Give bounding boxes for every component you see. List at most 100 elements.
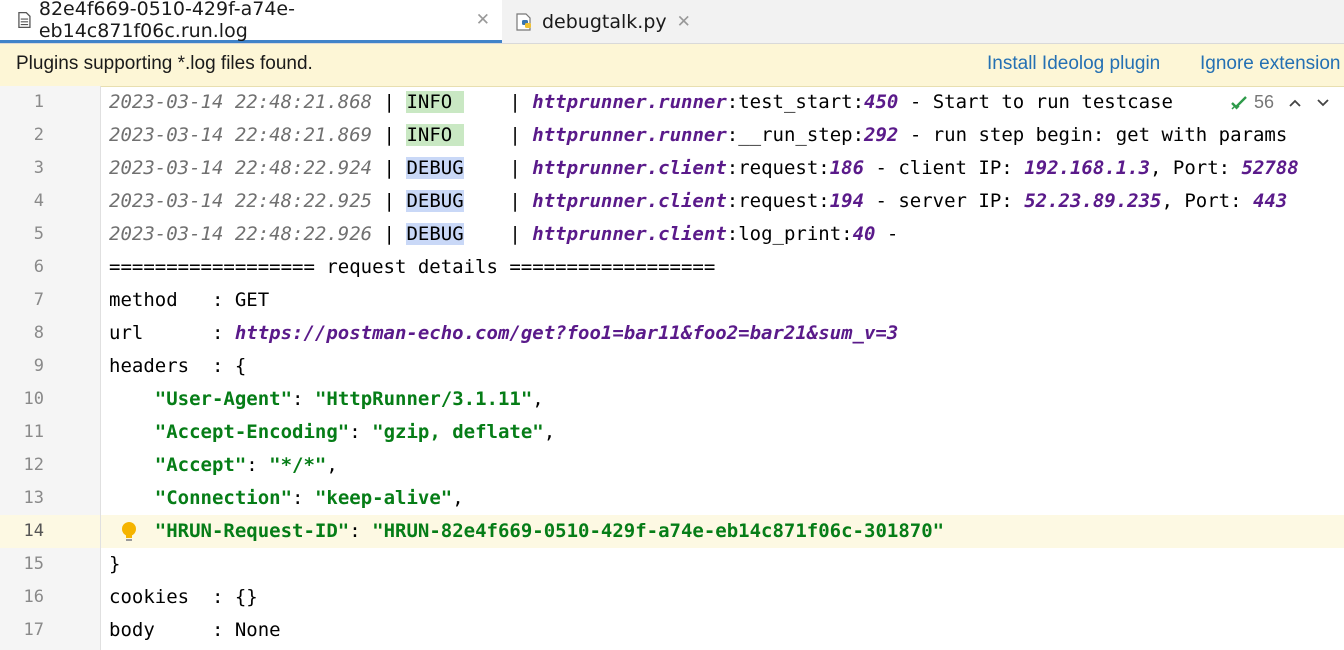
field-key: body : <box>109 619 235 641</box>
header-key: "Accept-Encoding" <box>154 421 350 443</box>
header-key: "Connection" <box>154 487 293 509</box>
banner-message: Plugins supporting *.log files found. <box>16 53 313 74</box>
logger-name: httprunner.runner <box>532 91 727 113</box>
log-function: :__run_step: <box>726 124 865 146</box>
chevron-down-icon[interactable] <box>1316 98 1330 108</box>
log-level-info: INFO <box>406 91 464 113</box>
log-timestamp: 2023-03-14 22:48:22.924 <box>109 157 373 179</box>
log-function: :log_print: <box>726 223 853 245</box>
code-punct: , <box>543 421 556 443</box>
log-message: - run step begin: get with params <box>898 124 1288 146</box>
code-text: } <box>109 553 121 575</box>
tab-debugtalk[interactable]: debugtalk.py ✕ <box>502 0 703 43</box>
log-level-text: DEBUG <box>406 223 464 245</box>
line-number: 12 <box>23 455 44 475</box>
code-text-run: url : https://postman-echo.com/get?foo1=… <box>109 317 898 350</box>
close-icon[interactable]: ✕ <box>476 10 490 30</box>
code-line: 2023-03-14 22:48:21.868 | INFO | httprun… <box>101 86 1344 119</box>
install-plugin-link[interactable]: Install Ideolog plugin <box>987 53 1160 75</box>
tab-run-log[interactable]: 82e4f669-0510-429f-a74e-eb14c871f06c.run… <box>0 0 502 43</box>
line-number: 8 <box>33 323 44 343</box>
code-text-run: 2023-03-14 22:48:21.868 | INFO | httprun… <box>109 91 1173 113</box>
code-text-run: body : None <box>109 614 281 647</box>
header-value: "HRUN-82e4f669-0510-429f-a74e-eb14c871f0… <box>372 520 945 542</box>
log-message: - server IP: <box>864 190 1025 212</box>
code-line: ================== request details =====… <box>101 251 1344 284</box>
plugin-suggestion-banner: Plugins supporting *.log files found. In… <box>0 44 1344 87</box>
code-line: cookies : {} <box>101 581 1344 614</box>
log-level-pad <box>452 124 463 146</box>
line-number: 10 <box>23 389 44 409</box>
line-number: 14 <box>23 521 44 541</box>
lightbulb-icon[interactable] <box>121 521 137 543</box>
line-number-gutter[interactable]: 1 2 3 4 5 6 7 8 9 10 11 12 13 14 15 16 17 <box>0 86 101 650</box>
log-function: :request: <box>726 157 830 179</box>
logger-name: httprunner.client <box>532 157 727 179</box>
log-level-text: DEBUG <box>406 157 464 179</box>
field-value: GET <box>234 289 270 311</box>
code-text: ================== request details =====… <box>109 256 716 278</box>
code-line: headers : { <box>101 350 1344 383</box>
code-line: "Accept-Encoding": "gzip, deflate", <box>101 416 1344 449</box>
code-text-run: method : GET <box>109 284 269 317</box>
code-text-run: "User-Agent": "HttpRunner/3.1.11", <box>154 388 544 410</box>
code-line: "Connection": "keep-alive", <box>101 482 1344 515</box>
log-line-number: 450 <box>864 91 899 113</box>
tab-label: debugtalk.py <box>542 10 667 33</box>
log-line-number: 194 <box>829 190 865 212</box>
code-text-run: "Accept": "*/*", <box>154 454 338 476</box>
line-number: 1 <box>33 92 44 112</box>
log-level-text: INFO <box>406 124 453 146</box>
port-number: 52788 <box>1241 157 1299 179</box>
code-line: body : None <box>101 614 1344 647</box>
ip-address: 52.23.89.235 <box>1024 190 1162 212</box>
logger-name: httprunner.runner <box>532 124 727 146</box>
close-icon[interactable]: ✕ <box>677 12 691 32</box>
code-text-run: 2023-03-14 22:48:22.926 | DEBUG | httpru… <box>109 223 899 245</box>
tab-label: 82e4f669-0510-429f-a74e-eb14c871f06c.run… <box>38 0 295 42</box>
logger-name: httprunner.client <box>532 190 727 212</box>
line-number: 7 <box>33 290 44 310</box>
log-timestamp: 2023-03-14 22:48:21.868 <box>109 91 373 113</box>
code-text-run: ================== request details =====… <box>109 251 715 284</box>
log-timestamp: 2023-03-14 22:48:21.869 <box>109 124 373 146</box>
log-level-text: DEBUG <box>406 190 464 212</box>
editor-tab-bar: 82e4f669-0510-429f-a74e-eb14c871f06c.run… <box>0 0 1344 44</box>
code-punct: , <box>532 388 544 410</box>
code-line: url : https://postman-echo.com/get?foo1=… <box>101 317 1344 350</box>
header-value: "*/*" <box>269 454 327 476</box>
code-text-run: 2023-03-14 22:48:22.925 | DEBUG | httpru… <box>109 190 1288 212</box>
code-line: 2023-03-14 22:48:22.924 | DEBUG | httpru… <box>101 152 1344 185</box>
field-key: method : <box>109 289 235 311</box>
log-message: - Start to run testcase <box>898 91 1173 113</box>
log-level-debug: DEBUG <box>406 190 464 212</box>
code-text-run: } <box>109 548 120 581</box>
field-key: url : <box>109 322 235 344</box>
inspection-ok-icon <box>1231 95 1247 110</box>
code-line: "HRUN-Request-ID": "HRUN-82e4f669-0510-4… <box>101 515 1344 548</box>
code-text-run: "HRUN-Request-ID": "HRUN-82e4f669-0510-4… <box>154 520 945 542</box>
log-file-icon <box>18 12 31 28</box>
log-function: :test_start: <box>726 91 865 113</box>
code-line: } <box>101 548 1344 581</box>
chevron-up-icon[interactable] <box>1288 98 1302 108</box>
code-text-run: headers : { <box>109 350 246 383</box>
field-key: cookies : <box>109 586 235 608</box>
log-message: - client IP: <box>864 157 1025 179</box>
logger-name: httprunner.client <box>532 223 727 245</box>
ignore-extension-link[interactable]: Ignore extension <box>1200 53 1341 75</box>
code-punct: , <box>326 454 338 476</box>
header-key: "Accept" <box>154 454 247 476</box>
line-number: 15 <box>23 554 44 574</box>
line-number: 11 <box>23 422 44 442</box>
log-message-cont: , Port: <box>1150 157 1242 179</box>
log-timestamp: 2023-03-14 22:48:22.926 <box>109 223 373 245</box>
code-line: method : GET <box>101 284 1344 317</box>
log-level-debug: DEBUG <box>406 223 464 245</box>
inspection-widget[interactable]: 56 <box>1225 92 1334 113</box>
log-level-debug: DEBUG <box>406 157 464 179</box>
code-text: headers : { <box>109 355 247 377</box>
code-line: 2023-03-14 22:48:22.926 | DEBUG | httpru… <box>101 218 1344 251</box>
line-number: 13 <box>23 488 44 508</box>
editor-content[interactable]: 2023-03-14 22:48:21.868 | INFO | httprun… <box>101 86 1344 650</box>
